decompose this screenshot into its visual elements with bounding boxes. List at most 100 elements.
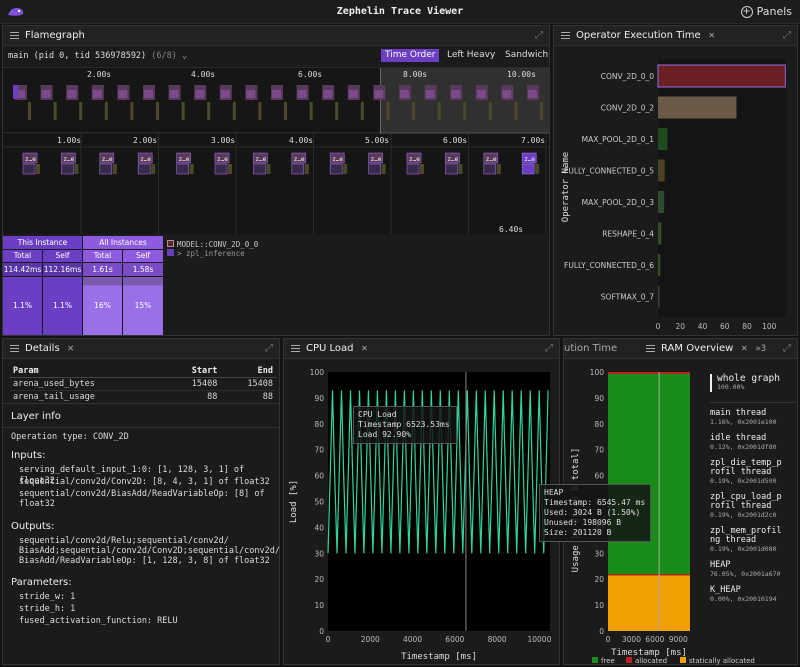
stack-frame[interactable]: > zpl_inference bbox=[167, 249, 258, 258]
stat-percent: 1.1% bbox=[43, 277, 82, 335]
zoom-block bbox=[291, 163, 305, 175]
mode-switcher: Time Order Left Heavy Sandwich bbox=[381, 49, 551, 62]
thread-selector[interactable]: main (pid 0, tid 536978592) (6/8) ⌄ bbox=[8, 51, 187, 61]
stat-time: 1.58s bbox=[123, 263, 163, 276]
region-share: 1.16%, 0x2001e100 bbox=[710, 418, 777, 426]
operator-time-title: Operator Execution Time bbox=[576, 30, 701, 41]
memory-region-item[interactable]: idle thread 0.12%, 0x2001df80 bbox=[710, 434, 796, 452]
tooltip-used: Used: 3024 B (1.50%) bbox=[544, 508, 641, 517]
memory-region-item[interactable]: whole graph 100.00% bbox=[710, 374, 796, 392]
app-title: Zephelin Trace Viewer bbox=[336, 6, 464, 17]
x-tick-label: 6000 bbox=[645, 635, 664, 644]
col-header: Param bbox=[10, 365, 165, 378]
overview-block bbox=[28, 102, 31, 120]
allocated-area bbox=[608, 574, 690, 576]
outputs-heading: Outputs: bbox=[11, 521, 55, 532]
overview-block bbox=[514, 102, 518, 120]
y-tick-label: 10 bbox=[594, 601, 604, 610]
overview-block bbox=[360, 102, 364, 120]
operator-bar bbox=[658, 159, 665, 182]
y-tick-label: 80 bbox=[314, 420, 324, 429]
chevron-down-icon: ⌄ bbox=[182, 51, 188, 61]
overview-block bbox=[53, 102, 57, 120]
memory-region-item[interactable]: zpl_cpu_load_p rofil thread 0.19%, 0x2001… bbox=[710, 493, 796, 520]
overview-block bbox=[463, 102, 467, 120]
free-area bbox=[608, 372, 690, 575]
overview-block bbox=[79, 102, 83, 120]
zoom-block-label: z…e bbox=[255, 156, 266, 163]
mode-left-heavy-button[interactable]: Left Heavy bbox=[443, 49, 499, 62]
overview-blocks bbox=[13, 85, 543, 120]
expand-icon[interactable]: ⤢ bbox=[783, 30, 791, 41]
tooltip-title: HEAP bbox=[544, 488, 564, 497]
ram-tooltip: HEAP Timestamp: 6545.47 ms Used: 3024 B … bbox=[539, 484, 651, 542]
legend-label: statically allocated bbox=[689, 657, 755, 665]
tab-overflow-count: 3 bbox=[760, 343, 767, 354]
zoom-block-label: z…e bbox=[217, 156, 228, 163]
drag-handle-icon[interactable] bbox=[10, 345, 19, 352]
operator-bar bbox=[658, 128, 668, 150]
tab-overflow-button[interactable]: »3 bbox=[755, 344, 766, 354]
drag-handle-icon[interactable] bbox=[10, 32, 19, 39]
details-title: Details bbox=[25, 343, 60, 354]
flamegraph-zoom[interactable]: 1.00s 2.00s 3.00s 4.00s 5.00s 6.00s 7.00… bbox=[3, 134, 549, 234]
static-area bbox=[608, 575, 690, 631]
zoom-block-label: z…e bbox=[486, 156, 497, 163]
overview-block bbox=[207, 102, 211, 120]
mode-sandwich-button[interactable]: Sandwich bbox=[501, 49, 552, 62]
expand-icon[interactable]: ⤢ bbox=[265, 343, 273, 354]
expand-icon[interactable]: ⤢ bbox=[545, 343, 553, 354]
zoom-block bbox=[176, 163, 189, 175]
close-icon[interactable]: ✕ bbox=[709, 30, 715, 41]
tab-operator-time[interactable]: ution Time bbox=[564, 343, 642, 354]
drag-handle-icon[interactable] bbox=[646, 345, 655, 352]
cpu-tooltip: CPU Load Timestamp 6523.53ms Load 92.90% bbox=[353, 406, 457, 444]
instance-stats: This Instance All Instances Total Self T… bbox=[3, 236, 163, 336]
flamegraph-overview[interactable]: 2.00s 4.00s 6.00s 8.00s 10.00s bbox=[3, 67, 549, 134]
frame-swatch-icon bbox=[167, 240, 174, 247]
overview-block bbox=[220, 90, 230, 98]
memory-region-item[interactable]: HEAP 76.05%, 0x2001a670 bbox=[710, 561, 796, 579]
x-tick-label: 60 bbox=[720, 322, 730, 331]
zoom-block bbox=[253, 163, 266, 175]
this-instance-header: This Instance bbox=[3, 236, 82, 249]
drag-handle-icon[interactable] bbox=[291, 345, 300, 352]
stack-frame[interactable]: MODEL::CONV_2D_0_0 bbox=[167, 240, 258, 249]
cpu-load-header: CPU Load ✕ ⤢ bbox=[284, 339, 559, 359]
memory-region-item[interactable]: main thread 1.16%, 0x2001e100 bbox=[710, 409, 796, 427]
mode-time-order-button[interactable]: Time Order bbox=[381, 49, 440, 62]
drag-handle-icon[interactable] bbox=[561, 32, 570, 39]
stat-percent: 16% bbox=[83, 277, 122, 335]
details-header: Details ✕ ⤢ bbox=[3, 339, 279, 359]
x-axis-label: Timestamp [ms] bbox=[401, 652, 477, 662]
stat-time: 1.61s bbox=[83, 263, 122, 276]
overview-block bbox=[130, 102, 134, 120]
close-icon[interactable]: ✕ bbox=[362, 343, 368, 354]
memory-region-item[interactable]: zpl_die_temp_p rofil thread 0.19%, 0x2001… bbox=[710, 459, 796, 486]
param-item: fused_activation_function: RELU bbox=[19, 616, 178, 626]
overview-block bbox=[41, 90, 51, 98]
operator-bar bbox=[658, 285, 660, 308]
legend-label: free bbox=[601, 657, 615, 665]
panels-button[interactable]: + Panels bbox=[740, 5, 792, 18]
zoom-block bbox=[112, 164, 117, 174]
y-tick-label: 80 bbox=[594, 420, 604, 429]
expand-icon[interactable]: ⤢ bbox=[535, 30, 543, 41]
y-tick-label: 50 bbox=[314, 498, 324, 507]
y-axis-label: Load [%] bbox=[289, 480, 299, 523]
zoom-block bbox=[74, 164, 79, 174]
y-tick-label: 70 bbox=[594, 446, 604, 455]
operator-label: FULLY_CONNECTED_0_5 bbox=[564, 167, 654, 176]
memory-region-item[interactable]: K_HEAP 0.00%, 0x20010194 bbox=[710, 586, 796, 604]
memory-region-item[interactable]: zpl_mem_profil ng thread 0.19%, 0x2001d08… bbox=[710, 527, 796, 554]
x-tick-label: 2000 bbox=[361, 635, 380, 644]
overview-block bbox=[144, 90, 153, 98]
zoom-block bbox=[99, 163, 113, 175]
zoom-block-label: z…e bbox=[294, 156, 305, 163]
cpu-load-title: CPU Load bbox=[306, 343, 354, 354]
close-icon[interactable]: ✕ bbox=[741, 343, 747, 354]
close-icon[interactable]: ✕ bbox=[68, 343, 74, 354]
expand-icon[interactable]: ⤢ bbox=[783, 343, 791, 354]
zoom-block-label: z…e bbox=[179, 156, 190, 163]
y-tick-label: 30 bbox=[314, 549, 324, 558]
